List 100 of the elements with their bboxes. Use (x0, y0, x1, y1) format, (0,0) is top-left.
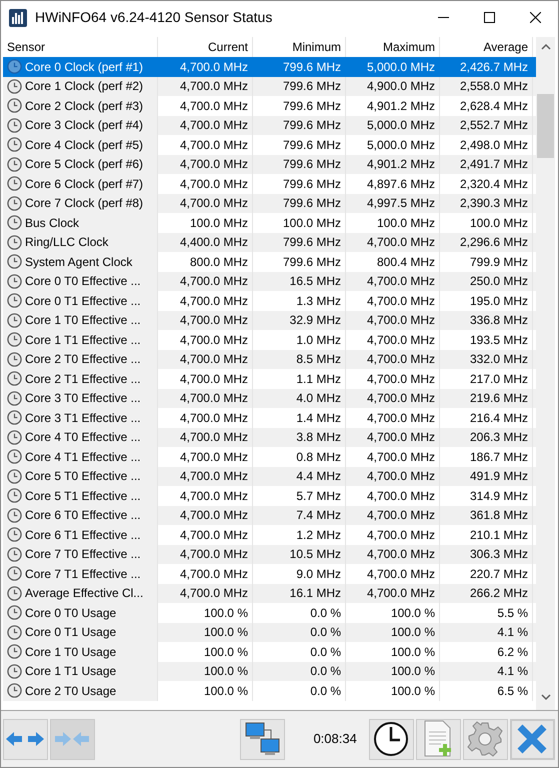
table-row[interactable]: Core 2 T1 Effective ... 4,700.0 MHz 1.1 MHz 4,700.0 MHz 217.0 MHz (3, 369, 536, 388)
table-row[interactable]: Core 0 T0 Usage 100.0 % 0.0 % 100.0 % 5.5 % (3, 603, 536, 622)
table-cell-text: 4,700.0 MHz (366, 273, 435, 290)
table-cell-text: 217.0 MHz (470, 370, 528, 388)
table-row[interactable]: Core 1 T1 Usage 100.0 % 0.0 % 100.0 % 4.1 % (3, 662, 536, 681)
table-cell-text: Core 0 T1 Usage (25, 624, 116, 642)
table-cell-text: 4,997.5 MHz (366, 195, 435, 212)
table-cell-text: Core 6 Clock (perf #7) (25, 176, 144, 193)
table-row[interactable]: Core 2 T0 Usage 100.0 % 0.0 % 100.0 % 6.5 % (3, 681, 536, 700)
table-row[interactable]: Core 3 T0 Effective ... 4,700.0 MHz 4.0 MHz 4,700.0 MHz 219.6 MHz (3, 388, 536, 408)
scroll-thumb[interactable] (537, 94, 554, 158)
table-cell-text: 4,700.0 MHz (366, 566, 435, 583)
table-row[interactable]: Core 0 T1 Effective ... 4,700.0 MHz 1.3 MHz 4,700.0 MHz 195.0 MHz (3, 291, 536, 310)
table-cell-text: 0.0 % (310, 624, 341, 642)
window-title: HWiNFO64 v6.24-4120 Sensor Status (35, 8, 272, 27)
table-row[interactable]: System Agent Clock 800.0 MHz 799.6 MHz 800.4 MHz 799.9 MHz (3, 252, 536, 272)
table-row[interactable]: Core 4 T0 Effective ... 4,700.0 MHz 3.8 MHz 4,700.0 MHz 206.3 MHz (3, 428, 536, 447)
clock-icon (7, 449, 22, 464)
table-row[interactable]: Core 2 Clock (perf #3) 4,700.0 MHz 799.6 MHz 4,901.2 MHz 2,628.4 MHz (3, 96, 536, 116)
table-row[interactable]: Core 1 T0 Usage 100.0 % 0.0 % 100.0 % 6.2 % (3, 642, 536, 662)
table-cell-text: 0.0 % (310, 604, 341, 622)
table-row[interactable]: Average Effective Cl... 4,700.0 MHz 16.1 MHz 4,700.0 MHz 266.2 MHz (3, 584, 536, 603)
table-cell-text: Core 0 T1 Effective ... (25, 292, 141, 310)
clock-icon (7, 176, 22, 192)
table-cell-text: 306.3 MHz (470, 546, 528, 564)
table-cell-text: Core 2 Clock (perf #3) (25, 98, 144, 115)
table-cell-text: 100.0 % (204, 624, 248, 642)
table-cell-text: 4,700.0 MHz (180, 448, 248, 466)
exit-button[interactable] (510, 718, 555, 760)
table-cell-text: 336.8 MHz (470, 312, 528, 330)
table-cell-text: 5.5 % (497, 604, 528, 622)
table-row[interactable]: Bus Clock 100.0 MHz 100.0 MHz 100.0 MHz 100.0 MHz (3, 213, 536, 232)
collapse-button[interactable] (50, 718, 95, 760)
elapsed-time: 0:08:34 (313, 730, 357, 748)
table-cell-text: 4,400.0 MHz (180, 234, 248, 252)
table-cell-text: 100.0 % (390, 624, 435, 642)
table-cell-text: 799.6 MHz (282, 117, 341, 134)
scroll-up-icon[interactable] (540, 42, 550, 52)
table-cell-text: 5,000.0 MHz (366, 117, 435, 134)
table-cell-text: 0.8 MHz (296, 448, 341, 466)
table-cell-text: 799.6 MHz (282, 136, 341, 154)
table-cell-text: 4,700.0 MHz (180, 546, 248, 564)
table-row[interactable]: Core 7 Clock (perf #8) 4,700.0 MHz 799.6 MHz 4,997.5 MHz 2,390.3 MHz (3, 194, 536, 213)
clock-icon (7, 527, 22, 542)
table-cell-text: 0.0 % (310, 682, 341, 700)
table-cell-text: 4,700.0 MHz (366, 410, 435, 427)
table-row[interactable]: Core 5 Clock (perf #6) 4,700.0 MHz 799.6 MHz 4,901.2 MHz 2,491.7 MHz (3, 154, 536, 174)
clock-icon (7, 683, 22, 698)
scroll-down-icon[interactable] (540, 692, 550, 702)
table-cell-text: Core 3 Clock (perf #4) (25, 117, 144, 134)
table-cell-text: 4.1 % (497, 663, 528, 680)
table-cell-text: 4,700.0 MHz (366, 507, 435, 524)
clock-icon (7, 371, 22, 386)
table-row[interactable]: Core 4 T1 Effective ... 4,700.0 MHz 0.8 MHz 4,700.0 MHz 186.7 MHz (3, 447, 536, 466)
clock-button[interactable] (368, 718, 414, 760)
table-cell-text: 4,700.0 MHz (366, 234, 435, 252)
table-cell-text: Core 6 T1 Effective ... (25, 526, 141, 544)
scrollbar[interactable] (536, 37, 555, 710)
table-cell-text: 4,700.0 MHz (180, 273, 248, 290)
clock-icon (7, 118, 22, 133)
settings-button[interactable] (462, 718, 508, 760)
table-cell-text: 32.9 MHz (290, 312, 341, 330)
table-cell-text: 799.6 MHz (282, 176, 341, 193)
table-cell-text: 2,296.6 MHz (460, 234, 528, 252)
table-row[interactable]: Core 1 T0 Effective ... 4,700.0 MHz 32.9 MHz 4,700.0 MHz 336.8 MHz (3, 310, 536, 330)
table-cell-text: 1.4 MHz (296, 410, 341, 427)
network-button[interactable] (240, 718, 286, 760)
table-row[interactable]: Core 0 T0 Effective ... 4,700.0 MHz 16.5 MHz 4,700.0 MHz 250.0 MHz (3, 272, 536, 291)
table-cell-text: 799.6 MHz (282, 78, 341, 96)
table-row[interactable]: Ring/LLC Clock 4,400.0 MHz 799.6 MHz 4,700.0 MHz 2,296.6 MHz (3, 232, 536, 252)
table-row[interactable]: Core 7 T0 Effective ... 4,700.0 MHz 10.5 MHz 4,700.0 MHz 306.3 MHz (3, 544, 536, 564)
table-row[interactable]: Core 0 Clock (perf #1) 4,700.0 MHz 799.6 MHz 5,000.0 MHz 2,426.7 MHz (3, 57, 536, 76)
table-cell-text: 193.5 MHz (470, 332, 528, 349)
table-row[interactable]: Core 3 Clock (perf #4) 4,700.0 MHz 799.6 MHz 5,000.0 MHz 2,552.7 MHz (3, 116, 536, 135)
table-cell-text: 4,700.0 MHz (366, 585, 435, 602)
table-cell-text: 250.0 MHz (470, 273, 528, 290)
table-row[interactable]: Core 7 T1 Effective ... 4,700.0 MHz 9.0 MHz 4,700.0 MHz 220.7 MHz (3, 564, 536, 584)
table-row[interactable]: Core 6 Clock (perf #7) 4,700.0 MHz 799.6 MHz 4,897.6 MHz 2,320.4 MHz (3, 174, 536, 194)
expand-button[interactable] (3, 718, 48, 760)
table-cell-text: 2,426.7 MHz (460, 58, 528, 76)
table-cell-text: 314.9 MHz (470, 488, 528, 505)
table-cell-text: 4,700.0 MHz (366, 370, 435, 388)
table-cell-text: Core 2 T0 Effective ... (25, 351, 141, 368)
table-row[interactable]: Core 5 T0 Effective ... 4,700.0 MHz 4.4 MHz 4,700.0 MHz 491.9 MHz (3, 466, 536, 486)
table-row[interactable]: Core 1 T1 Effective ... 4,700.0 MHz 1.0 MHz 4,700.0 MHz 193.5 MHz (3, 330, 536, 350)
table-row[interactable]: Core 5 T1 Effective ... 4,700.0 MHz 5.7 MHz 4,700.0 MHz 314.9 MHz (3, 486, 536, 506)
table-row[interactable]: Core 0 T1 Usage 100.0 % 0.0 % 100.0 % 4.1 % (3, 622, 536, 642)
table-row[interactable]: Core 1 Clock (perf #2) 4,700.0 MHz 799.6 MHz 4,900.0 MHz 2,558.0 MHz (3, 76, 536, 96)
table-row[interactable]: Core 2 T0 Effective ... 4,700.0 MHz 8.5 MHz 4,700.0 MHz 332.0 MHz (3, 350, 536, 369)
table-cell-text: 100.0 % (390, 644, 435, 661)
table-cell-text: 100.0 % (204, 682, 248, 700)
table-row[interactable]: Core 6 T0 Effective ... 4,700.0 MHz 7.4 MHz 4,700.0 MHz 361.8 MHz (3, 506, 536, 525)
table-row[interactable]: Core 4 Clock (perf #5) 4,700.0 MHz 799.6 MHz 5,000.0 MHz 2,498.0 MHz (3, 135, 536, 154)
table-cell-text: 266.2 MHz (470, 585, 528, 602)
clock-icon (7, 624, 22, 640)
table-row[interactable]: Core 3 T1 Effective ... 4,700.0 MHz 1.4 MHz 4,700.0 MHz 216.4 MHz (3, 408, 536, 428)
clock-icon (7, 488, 22, 504)
table-cell-text: 4,700.0 MHz (180, 526, 248, 544)
table-cell-text: 4,700.0 MHz (180, 507, 248, 524)
table-row[interactable]: Core 6 T1 Effective ... 4,700.0 MHz 1.2 MHz 4,700.0 MHz 210.1 MHz (3, 525, 536, 544)
